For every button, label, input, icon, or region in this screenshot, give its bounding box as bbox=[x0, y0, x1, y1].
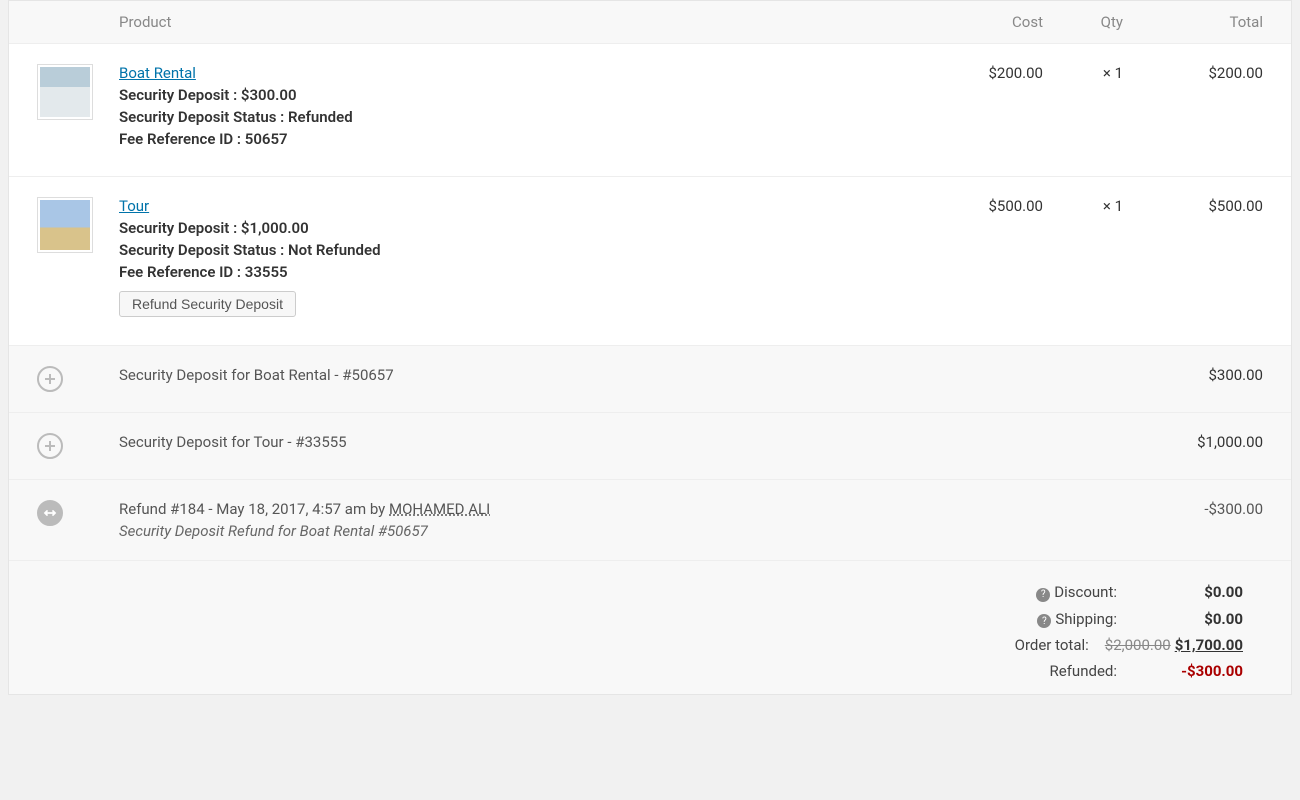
deposit-status-label: Security Deposit Status : bbox=[119, 241, 288, 259]
order-total-label: Order total: bbox=[979, 636, 1089, 654]
fee-row: Security Deposit for Boat Rental - #5065… bbox=[9, 346, 1291, 413]
deposit-value: $300.00 bbox=[241, 86, 297, 104]
deposit-status-label: Security Deposit Status : bbox=[119, 108, 288, 126]
line-item: Boat Rental Security Deposit : $300.00 S… bbox=[9, 44, 1291, 177]
item-cost: $500.00 bbox=[923, 197, 1043, 317]
deposit-status-value: Not Refunded bbox=[288, 241, 381, 259]
refund-author[interactable]: MOHAMED ALI bbox=[389, 500, 490, 518]
discount-label: Discount: bbox=[1054, 583, 1117, 601]
deposit-label: Security Deposit : bbox=[119, 86, 241, 104]
fee-ref-label: Fee Reference ID : bbox=[119, 130, 245, 148]
fee-label: Security Deposit for Boat Rental - #5065… bbox=[119, 366, 923, 384]
item-qty: × 1 bbox=[1043, 197, 1123, 317]
deposit-status-value: Refunded bbox=[288, 108, 353, 126]
order-totals: ?Discount: $0.00 ?Shipping: $0.00 Order … bbox=[9, 561, 1291, 694]
deposit-label: Security Deposit : bbox=[119, 219, 241, 237]
col-product: Product bbox=[119, 13, 923, 31]
refund-security-deposit-button[interactable]: Refund Security Deposit bbox=[119, 291, 296, 317]
shipping-value: $0.00 bbox=[1133, 610, 1243, 628]
item-total: $200.00 bbox=[1123, 64, 1263, 148]
product-thumb[interactable] bbox=[37, 64, 93, 120]
refund-note: Security Deposit Refund for Boat Rental … bbox=[119, 522, 923, 540]
item-cost: $200.00 bbox=[923, 64, 1043, 148]
fee-amount: $1,000.00 bbox=[1123, 433, 1263, 451]
product-link[interactable]: Tour bbox=[119, 197, 149, 215]
refund-icon bbox=[37, 500, 63, 526]
product-thumb[interactable] bbox=[37, 197, 93, 253]
plus-circle-icon bbox=[37, 433, 63, 459]
product-link[interactable]: Boat Rental bbox=[119, 64, 196, 82]
line-item: Tour Security Deposit : $1,000.00 Securi… bbox=[9, 177, 1291, 346]
fee-ref-value: 33555 bbox=[245, 263, 288, 281]
refund-amount: -$300.00 bbox=[1123, 500, 1263, 518]
help-icon[interactable]: ? bbox=[1036, 588, 1050, 602]
refunded-label: Refunded: bbox=[1007, 662, 1117, 680]
col-cost: Cost bbox=[923, 13, 1043, 31]
fee-ref-value: 50657 bbox=[245, 130, 288, 148]
fee-amount: $300.00 bbox=[1123, 366, 1263, 384]
item-qty: × 1 bbox=[1043, 64, 1123, 148]
discount-value: $0.00 bbox=[1133, 583, 1243, 601]
fee-ref-label: Fee Reference ID : bbox=[119, 263, 245, 281]
deposit-value: $1,000.00 bbox=[241, 219, 309, 237]
order-total-value: $1,700.00 bbox=[1175, 636, 1243, 654]
refund-row: Refund #184 - May 18, 2017, 4:57 am by M… bbox=[9, 480, 1291, 561]
refunded-value: $300.00 bbox=[1187, 662, 1243, 680]
order-total-original: $2,000.00 bbox=[1105, 636, 1171, 654]
items-header: Product Cost Qty Total bbox=[9, 1, 1291, 44]
fee-row: Security Deposit for Tour - #33555 $1,00… bbox=[9, 413, 1291, 480]
order-items-panel: Product Cost Qty Total Boat Rental Secur… bbox=[8, 0, 1292, 695]
item-total: $500.00 bbox=[1123, 197, 1263, 317]
refund-title: Refund #184 - May 18, 2017, 4:57 am by bbox=[119, 500, 389, 518]
shipping-label: Shipping: bbox=[1055, 610, 1117, 628]
col-total: Total bbox=[1123, 13, 1263, 31]
fee-label: Security Deposit for Tour - #33555 bbox=[119, 433, 923, 451]
col-qty: Qty bbox=[1043, 13, 1123, 31]
help-icon[interactable]: ? bbox=[1037, 614, 1051, 628]
plus-circle-icon bbox=[37, 366, 63, 392]
